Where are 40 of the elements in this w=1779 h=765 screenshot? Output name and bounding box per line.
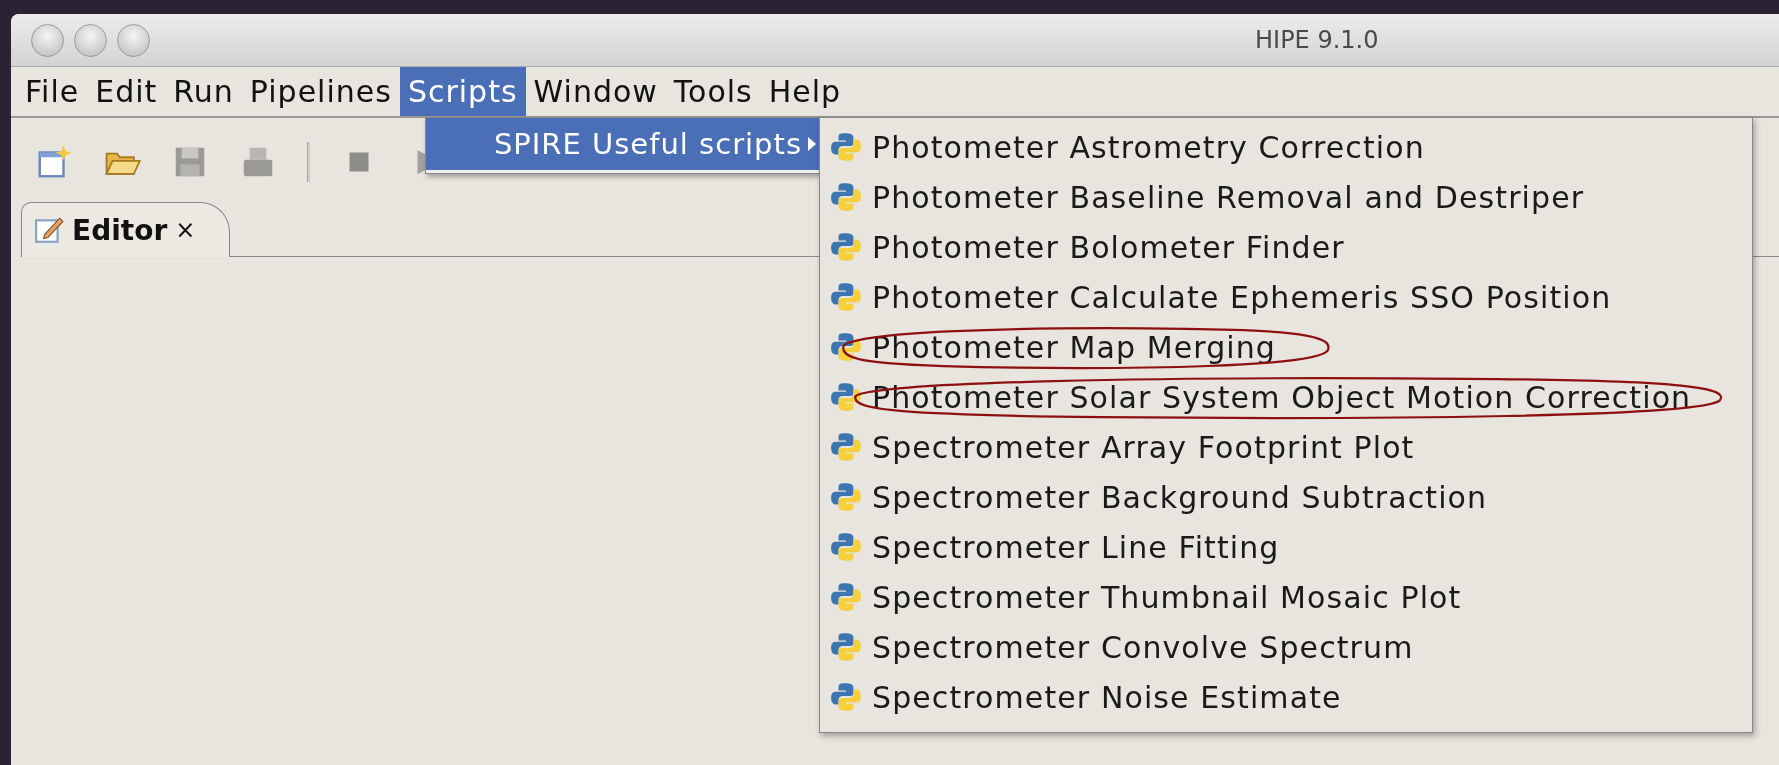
tab-close-button[interactable]: × bbox=[175, 216, 196, 244]
submenu-arrow-icon bbox=[808, 137, 816, 151]
minimize-button[interactable] bbox=[74, 23, 107, 57]
menu-item[interactable]: Spectrometer Line Fitting bbox=[872, 529, 1280, 565]
python-icon bbox=[830, 331, 862, 363]
menu-item[interactable]: Photometer Baseline Removal and Destriper bbox=[872, 179, 1585, 215]
python-icon bbox=[830, 131, 862, 163]
submenu-item[interactable]: SPIRE Useful scripts bbox=[426, 118, 820, 170]
python-icon bbox=[830, 381, 862, 413]
menu-item[interactable]: Spectrometer Array Footprint Plot bbox=[872, 429, 1415, 465]
window-title: HIPE 9.1.0 bbox=[1255, 26, 1379, 54]
python-icon bbox=[830, 481, 862, 513]
python-icon bbox=[830, 231, 862, 263]
menu-item[interactable]: Help bbox=[760, 67, 850, 116]
editor-tab[interactable]: Editor × bbox=[21, 202, 231, 257]
tab-label: Editor bbox=[72, 213, 168, 247]
close-window-button[interactable] bbox=[31, 23, 64, 57]
menu-item[interactable]: Spectrometer Background Subtraction bbox=[872, 479, 1488, 515]
menu-item[interactable]: Spectrometer Noise Estimate bbox=[872, 679, 1342, 715]
python-icon bbox=[830, 431, 862, 463]
python-icon bbox=[830, 581, 862, 613]
menu-item[interactable]: Photometer Calculate Ephemeris SSO Position bbox=[872, 279, 1612, 315]
menu-item[interactable]: Scripts bbox=[399, 67, 526, 116]
menu-item[interactable]: File bbox=[17, 67, 88, 116]
menu-item[interactable]: Pipelines bbox=[241, 67, 400, 116]
python-icon bbox=[830, 681, 862, 713]
python-icon bbox=[830, 531, 862, 563]
python-icon bbox=[830, 281, 862, 313]
menu-item[interactable]: Tools bbox=[665, 67, 761, 116]
menu-item[interactable]: Photometer Astrometry Correction bbox=[872, 129, 1425, 165]
menu-item[interactable]: Edit bbox=[87, 67, 166, 116]
menu-item[interactable]: Run bbox=[165, 67, 242, 116]
python-icon bbox=[830, 631, 862, 663]
menu-item[interactable]: Window bbox=[525, 67, 666, 116]
menu-item[interactable]: Spectrometer Convolve Spectrum bbox=[872, 629, 1414, 665]
edit-document-icon bbox=[34, 215, 64, 245]
python-icon bbox=[830, 181, 862, 213]
menu-item[interactable]: Photometer Bolometer Finder bbox=[872, 229, 1345, 265]
zoom-button[interactable] bbox=[117, 23, 150, 57]
menu-item[interactable]: Spectrometer Thumbnail Mosaic Plot bbox=[872, 579, 1462, 615]
